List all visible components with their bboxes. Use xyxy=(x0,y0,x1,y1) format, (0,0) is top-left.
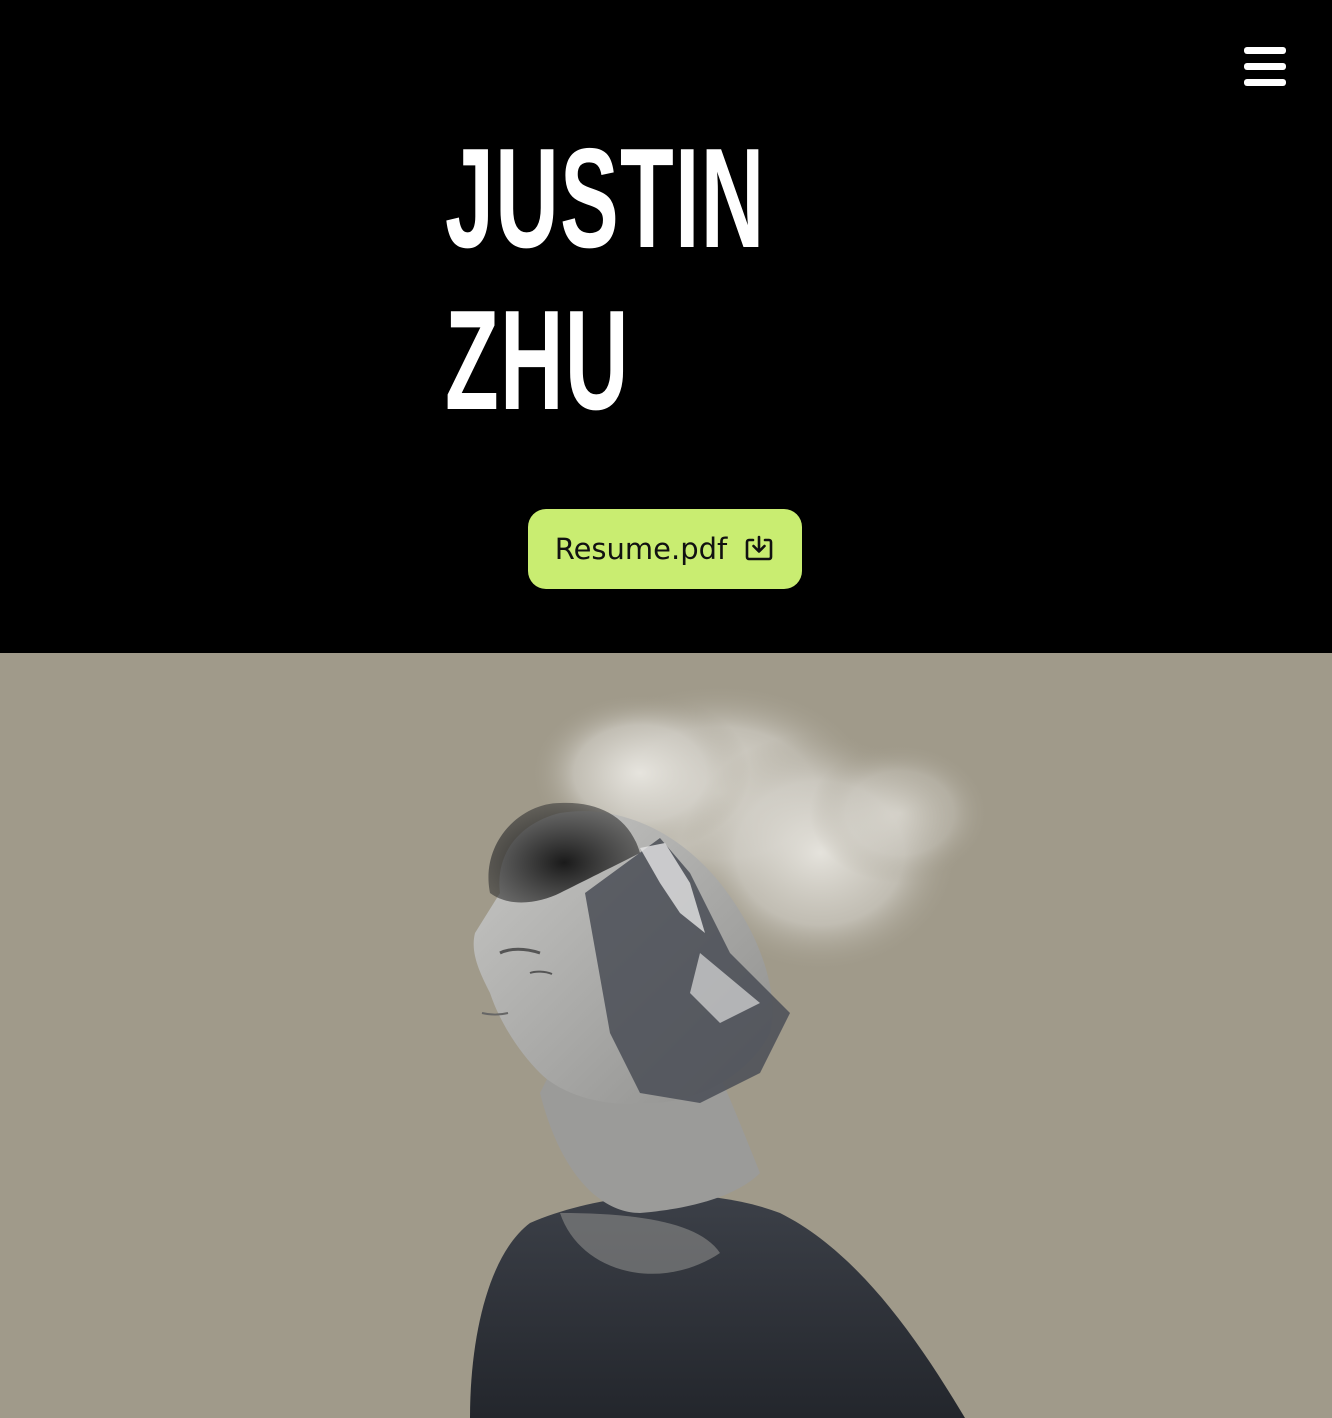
portrait-section xyxy=(0,653,1332,1418)
hero-section: JUSTIN ZHU Resume.pdf xyxy=(0,0,1332,653)
portrait-image xyxy=(470,683,990,1418)
name-first: JUSTIN xyxy=(445,119,766,278)
menu-button[interactable] xyxy=(1240,44,1290,88)
page-title: JUSTIN ZHU xyxy=(445,118,766,442)
name-last: ZHU xyxy=(445,281,630,440)
download-icon xyxy=(743,533,775,565)
resume-button-label: Resume.pdf xyxy=(554,532,728,566)
resume-download-button[interactable]: Resume.pdf xyxy=(528,509,802,589)
